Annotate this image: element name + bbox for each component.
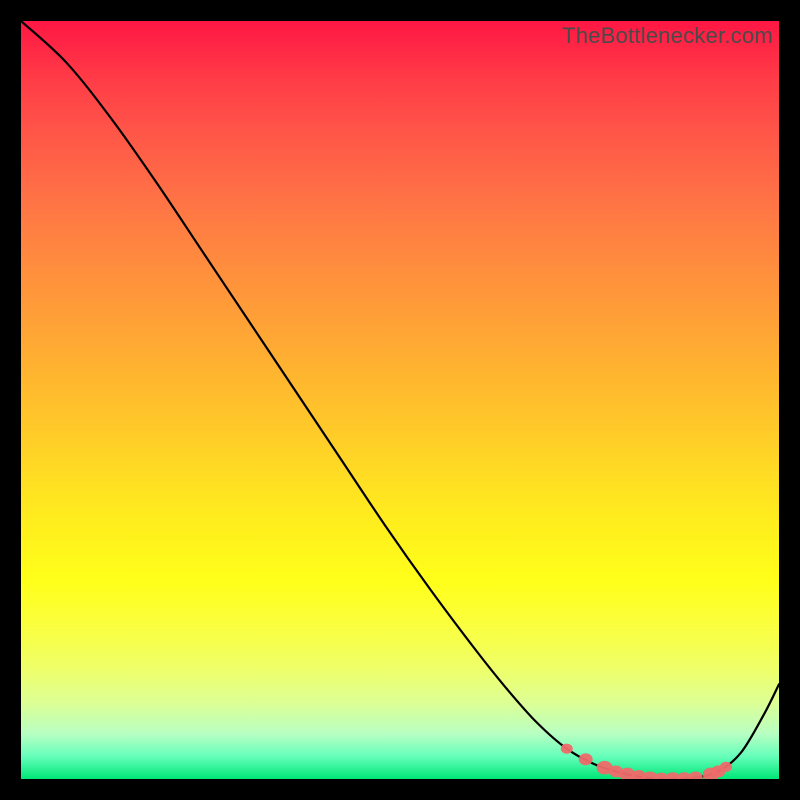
sweet-spot-dot [561, 744, 573, 754]
chart-frame: TheBottlenecker.com [0, 0, 800, 800]
watermark-text: TheBottlenecker.com [562, 23, 773, 49]
sweet-spot-dot [720, 762, 732, 772]
sweet-spot-dot [689, 772, 703, 779]
sweet-spot-dot [579, 753, 593, 765]
plot-area: TheBottlenecker.com [21, 21, 779, 779]
sweet-spot-dots [561, 744, 732, 779]
dots-layer [21, 21, 779, 779]
